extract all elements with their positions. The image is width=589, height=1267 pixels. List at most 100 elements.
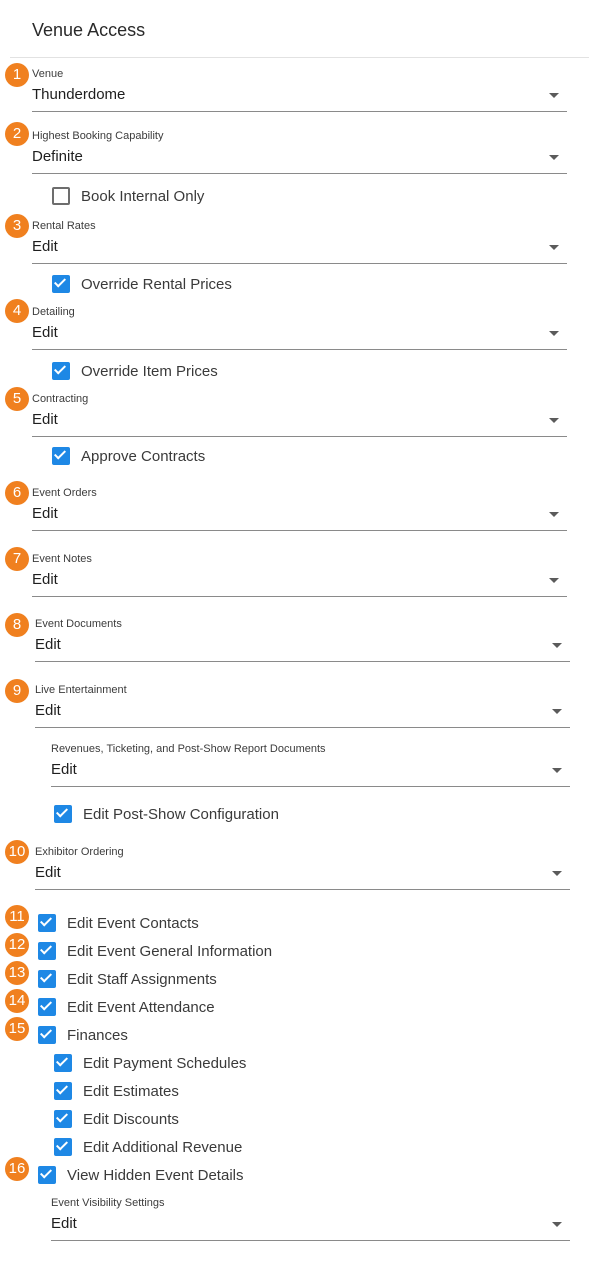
- step-badge-2: 2: [5, 122, 29, 146]
- edit-event-general-checkbox[interactable]: Edit Event General Information: [38, 940, 272, 962]
- event-orders-label: Event Orders: [32, 487, 97, 499]
- edit-payment-schedules-label: Edit Payment Schedules: [83, 1054, 247, 1072]
- event-documents-label: Event Documents: [35, 618, 122, 630]
- edit-post-show-label: Edit Post-Show Configuration: [83, 805, 279, 823]
- rental-rates-label: Rental Rates: [32, 220, 96, 232]
- revenues-documents-value: Edit: [51, 761, 77, 778]
- step-badge-3: 3: [5, 214, 29, 238]
- view-hidden-details-checkbox[interactable]: View Hidden Event Details: [38, 1164, 243, 1186]
- checkbox-unchecked-icon: [52, 187, 70, 205]
- step-badge-6: 6: [5, 481, 29, 505]
- rental-rates-select[interactable]: Rental Rates Edit: [32, 220, 567, 270]
- field-underline: [32, 349, 567, 350]
- step-badge-11: 11: [5, 905, 29, 929]
- step-badge-10: 10: [5, 840, 29, 864]
- edit-additional-revenue-checkbox[interactable]: Edit Additional Revenue: [54, 1136, 242, 1158]
- step-badge-7: 7: [5, 547, 29, 571]
- edit-estimates-checkbox[interactable]: Edit Estimates: [54, 1080, 179, 1102]
- book-internal-only-checkbox[interactable]: Book Internal Only: [52, 185, 204, 207]
- chevron-down-icon: [549, 331, 559, 336]
- edit-additional-revenue-label: Edit Additional Revenue: [83, 1138, 243, 1156]
- checkbox-checked-icon: [38, 970, 56, 988]
- contracting-select[interactable]: Contracting Edit: [32, 393, 567, 443]
- venue-access-panel: Venue Access 1 2 3 4 5 6 7 8 9 10 11 12 …: [0, 0, 589, 1267]
- step-badge-12: 12: [5, 933, 29, 957]
- edit-discounts-checkbox[interactable]: Edit Discounts: [54, 1108, 179, 1130]
- chevron-down-icon: [549, 578, 559, 583]
- edit-event-attendance-label: Edit Event Attendance: [67, 998, 215, 1016]
- field-underline: [32, 596, 567, 597]
- chevron-down-icon: [552, 768, 562, 773]
- exhibitor-ordering-select[interactable]: Exhibitor Ordering Edit: [35, 846, 570, 896]
- approve-contracts-checkbox[interactable]: Approve Contracts: [52, 445, 205, 467]
- override-rental-prices-label: Override Rental Prices: [81, 275, 232, 293]
- override-item-prices-label: Override Item Prices: [81, 362, 218, 380]
- checkbox-checked-icon: [54, 1054, 72, 1072]
- checkbox-checked-icon: [54, 1110, 72, 1128]
- event-documents-value: Edit: [35, 636, 61, 653]
- chevron-down-icon: [552, 709, 562, 714]
- field-underline: [35, 889, 570, 890]
- chevron-down-icon: [549, 512, 559, 517]
- checkbox-checked-icon: [38, 1166, 56, 1184]
- venue-select[interactable]: Venue Thunderdome: [32, 68, 567, 118]
- field-underline: [32, 530, 567, 531]
- edit-post-show-checkbox[interactable]: Edit Post-Show Configuration: [54, 803, 279, 825]
- checkbox-checked-icon: [38, 998, 56, 1016]
- edit-event-attendance-checkbox[interactable]: Edit Event Attendance: [38, 996, 215, 1018]
- book-internal-only-label: Book Internal Only: [81, 187, 205, 205]
- exhibitor-ordering-label: Exhibitor Ordering: [35, 846, 124, 858]
- step-badge-16: 16: [5, 1157, 29, 1181]
- edit-event-contacts-label: Edit Event Contacts: [67, 914, 199, 932]
- chevron-down-icon: [552, 871, 562, 876]
- event-orders-select[interactable]: Event Orders Edit: [32, 487, 567, 537]
- detailing-select[interactable]: Detailing Edit: [32, 306, 567, 356]
- step-badge-1: 1: [5, 63, 29, 87]
- field-underline: [35, 661, 570, 662]
- live-entertainment-label: Live Entertainment: [35, 684, 127, 696]
- field-underline: [51, 786, 570, 787]
- field-underline: [32, 173, 567, 174]
- checkbox-checked-icon: [38, 1026, 56, 1044]
- event-notes-select[interactable]: Event Notes Edit: [32, 553, 567, 603]
- detailing-value: Edit: [32, 324, 58, 341]
- checkbox-checked-icon: [54, 805, 72, 823]
- event-notes-value: Edit: [32, 571, 58, 588]
- step-badge-9: 9: [5, 679, 29, 703]
- step-badge-15: 15: [5, 1017, 29, 1041]
- edit-payment-schedules-checkbox[interactable]: Edit Payment Schedules: [54, 1052, 246, 1074]
- event-visibility-select[interactable]: Event Visibility Settings Edit: [51, 1197, 570, 1247]
- booking-capability-select[interactable]: Highest Booking Capability Definite: [32, 130, 567, 180]
- field-underline: [35, 727, 570, 728]
- contracting-label: Contracting: [32, 393, 89, 405]
- field-underline: [32, 111, 567, 112]
- chevron-down-icon: [549, 155, 559, 160]
- live-entertainment-select[interactable]: Live Entertainment Edit: [35, 684, 570, 734]
- edit-staff-assignments-label: Edit Staff Assignments: [67, 970, 217, 988]
- event-documents-select[interactable]: Event Documents Edit: [35, 618, 570, 668]
- revenues-documents-select[interactable]: Revenues, Ticketing, and Post-Show Repor…: [51, 743, 570, 793]
- finances-checkbox[interactable]: Finances: [38, 1024, 128, 1046]
- live-entertainment-value: Edit: [35, 702, 61, 719]
- step-badge-8: 8: [5, 613, 29, 637]
- edit-staff-assignments-checkbox[interactable]: Edit Staff Assignments: [38, 968, 217, 990]
- edit-event-contacts-checkbox[interactable]: Edit Event Contacts: [38, 912, 199, 934]
- event-visibility-label: Event Visibility Settings: [51, 1197, 165, 1209]
- override-item-prices-checkbox[interactable]: Override Item Prices: [52, 360, 218, 382]
- checkbox-checked-icon: [52, 447, 70, 465]
- checkbox-checked-icon: [52, 362, 70, 380]
- checkbox-checked-icon: [54, 1082, 72, 1100]
- contracting-value: Edit: [32, 411, 58, 428]
- chevron-down-icon: [549, 93, 559, 98]
- checkbox-checked-icon: [52, 275, 70, 293]
- field-underline: [32, 436, 567, 437]
- revenues-documents-label: Revenues, Ticketing, and Post-Show Repor…: [51, 743, 326, 755]
- venue-label: Venue: [32, 68, 64, 80]
- override-rental-prices-checkbox[interactable]: Override Rental Prices: [52, 273, 232, 295]
- detailing-label: Detailing: [32, 306, 75, 318]
- chevron-down-icon: [549, 418, 559, 423]
- checkbox-checked-icon: [38, 942, 56, 960]
- event-orders-value: Edit: [32, 505, 58, 522]
- event-visibility-value: Edit: [51, 1215, 77, 1232]
- step-badge-13: 13: [5, 961, 29, 985]
